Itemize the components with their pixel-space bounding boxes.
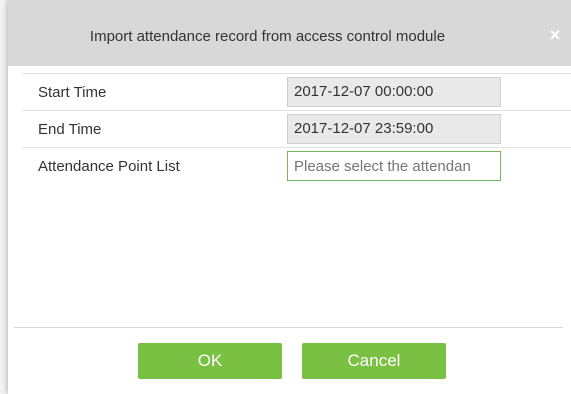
close-icon[interactable]: × [547, 26, 563, 44]
end-time-label: End Time [38, 121, 102, 138]
cancel-button[interactable]: Cancel [302, 343, 446, 379]
end-time-row: End Time 2017-12-07 23:59:00 [22, 111, 571, 148]
attendance-point-row: Attendance Point List [22, 148, 571, 185]
start-time-row: Start Time 2017-12-07 00:00:00 [22, 74, 571, 111]
attendance-point-input[interactable] [287, 151, 501, 181]
start-time-field[interactable]: 2017-12-07 00:00:00 [287, 77, 501, 107]
start-time-label: Start Time [38, 84, 107, 101]
end-time-field[interactable]: 2017-12-07 23:59:00 [287, 114, 501, 144]
attendance-point-label: Attendance Point List [38, 158, 180, 175]
dialog-content: Start Time 2017-12-07 00:00:00 End Time … [22, 73, 571, 327]
dialog-title: Import attendance record from access con… [89, 28, 446, 45]
page-edge [0, 0, 8, 394]
ok-button[interactable]: OK [138, 343, 282, 379]
import-dialog: Import attendance record from access con… [8, 0, 571, 394]
dialog-title-bar: Import attendance record from access con… [8, 0, 571, 66]
footer-divider [14, 327, 563, 328]
